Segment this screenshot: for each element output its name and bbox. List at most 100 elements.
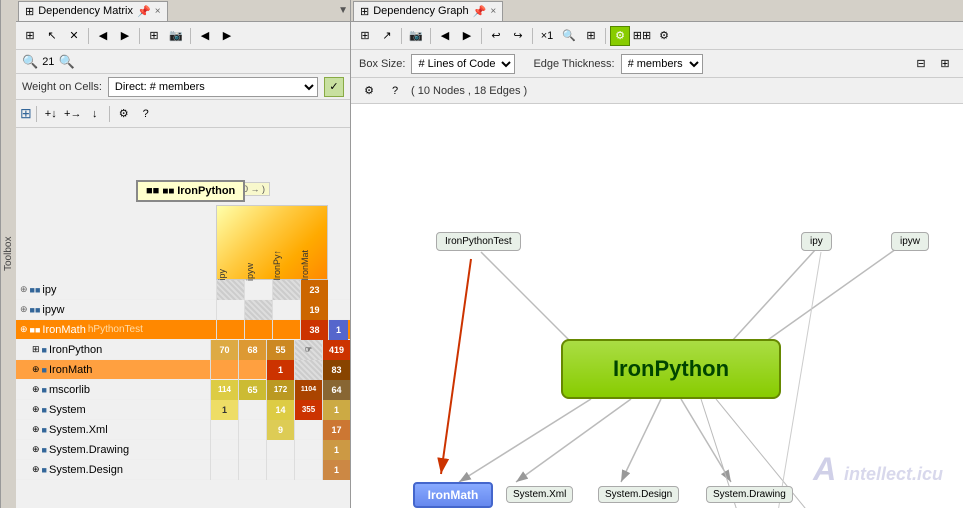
cell xyxy=(272,320,300,340)
cell xyxy=(238,440,266,460)
right-panel: ⊞ Dependency Graph 📌 × ⊞ ↗ 📷 ◀ ▶ ↩ ↪ ×1 … xyxy=(351,0,963,508)
info-settings-btn[interactable]: ⚙ xyxy=(359,81,379,101)
row-icon-ironpython: ■ xyxy=(42,345,47,355)
node-ipy[interactable]: ipy xyxy=(801,232,832,251)
node-systemdrawing[interactable]: System.Drawing xyxy=(706,486,793,503)
add-col-btn[interactable]: +→ xyxy=(63,104,83,124)
node-systemxml[interactable]: System.Xml xyxy=(506,486,573,503)
row-label-ipy[interactable]: ⊕ ■■ ipy xyxy=(16,284,216,296)
cell xyxy=(238,420,266,440)
graph-btn-settings[interactable]: ⚙ xyxy=(610,26,630,46)
toolbar-btn-camera[interactable]: 📷 xyxy=(166,26,186,46)
row-icon-system: ■ xyxy=(42,405,47,415)
graph-tab-pin[interactable]: 📌 xyxy=(473,5,487,18)
expander-mscorlib[interactable]: ⊕ xyxy=(32,384,40,395)
zoom-out-icon[interactable]: 🔍 xyxy=(22,54,38,70)
remove-btn[interactable]: ↓ xyxy=(85,104,105,124)
toolbar-sep3 xyxy=(190,28,191,44)
graph-extra-btn2[interactable]: ⊞ xyxy=(935,54,955,74)
dependency-graph-tab[interactable]: ⊞ Dependency Graph 📌 × xyxy=(353,1,503,21)
row-label-ironpython[interactable]: ⊞ ■ IronPython xyxy=(16,344,210,356)
expander-systemdesign[interactable]: ⊕ xyxy=(32,464,40,475)
row-text-systemxml: System.Xml xyxy=(49,424,108,436)
add-row-btn[interactable]: +↓ xyxy=(41,104,61,124)
matrix-tab-pin[interactable]: 📌 xyxy=(137,5,151,18)
row-label-systemdesign[interactable]: ⊕ ■ System.Design xyxy=(16,464,210,476)
node-ironmath[interactable]: IronMath xyxy=(413,482,493,508)
info-help-btn[interactable]: ? xyxy=(385,81,405,101)
cell: ☞ xyxy=(294,340,322,360)
help-btn[interactable]: ? xyxy=(136,104,156,124)
weight-select[interactable]: Direct: # members xyxy=(108,77,318,97)
node-ironpython-label: IronPython xyxy=(613,356,729,382)
graph-btn-navfwd[interactable]: ▶ xyxy=(457,26,477,46)
toolbar-btn-nav-back[interactable]: ◀ xyxy=(195,26,215,46)
graph-btn-redo[interactable]: ↪ xyxy=(508,26,528,46)
toolbar-btn-cursor[interactable]: ↖ xyxy=(42,26,62,46)
node-ironpython[interactable]: IronPython xyxy=(561,339,781,399)
cell: 1 xyxy=(322,400,350,420)
expander-ipyw[interactable]: ⊕ xyxy=(20,304,28,315)
expander-ironpython[interactable]: ⊞ xyxy=(32,344,40,355)
toolbar-btn-grid2[interactable]: ⊞ xyxy=(144,26,164,46)
expander-systemxml[interactable]: ⊕ xyxy=(32,424,40,435)
row-label-ironmath-hdr[interactable]: ⊕ ■■ IronMath hPythonTest xyxy=(16,324,216,336)
toolbar-btn-nav-fwd[interactable]: ▶ xyxy=(217,26,237,46)
expander-systemdrawing[interactable]: ⊕ xyxy=(32,444,40,455)
graph-extra-btn1[interactable]: ⊟ xyxy=(911,54,931,74)
matrix-container: ⊞ +↓ +→ ↓ ⚙ ? ■■ IronPython ( ← 10 → ) xyxy=(16,100,350,508)
row-label-systemxml[interactable]: ⊕ ■ System.Xml xyxy=(16,424,210,436)
zoom-in-icon[interactable]: 🔍 xyxy=(58,54,74,70)
expander-ironmath[interactable]: ⊕ xyxy=(20,324,28,335)
box-size-select[interactable]: # Lines of Code xyxy=(411,54,515,74)
matrix-tab-close[interactable]: × xyxy=(155,6,161,17)
row-label-ipyw[interactable]: ⊕ ■■ ipyw xyxy=(16,304,216,316)
node-ironpythontest[interactable]: IronPythonTest xyxy=(436,232,521,251)
settings-btn[interactable]: ⚙ xyxy=(114,104,134,124)
row-subtext: hPythonTest xyxy=(88,324,143,335)
row-label-mscorlib[interactable]: ⊕ ■ mscorlib xyxy=(16,384,210,396)
cell: 355 xyxy=(294,400,322,420)
graph-btn-zoom-in[interactable]: 🔍 xyxy=(559,26,579,46)
graph-tab-close[interactable]: × xyxy=(490,6,496,17)
col-ipy: ipy xyxy=(217,267,245,281)
node-ironmath-label: IronMath xyxy=(428,488,479,502)
row-text-ipyw: ipyw xyxy=(42,304,64,316)
row-label-ironmath2[interactable]: ⊕ ■ IronMath xyxy=(16,364,210,376)
zoom-value: 21 xyxy=(42,56,54,68)
expander-system[interactable]: ⊕ xyxy=(32,404,40,415)
cell xyxy=(238,460,266,480)
expander-ironmath2[interactable]: ⊕ xyxy=(32,364,40,375)
cell xyxy=(216,320,244,340)
matrix-sub-toolbar: ⊞ +↓ +→ ↓ ⚙ ? xyxy=(16,100,350,128)
graph-btn-grid[interactable]: ⊞ xyxy=(355,26,375,46)
weight-apply-btn[interactable]: ✓ xyxy=(324,77,344,97)
table-row: ⊕ ■ System.Design 1 xyxy=(16,460,350,480)
graph-btn-navback[interactable]: ◀ xyxy=(435,26,455,46)
toolbar-btn-back[interactable]: ◀ xyxy=(93,26,113,46)
right-tab-bar: ⊞ Dependency Graph 📌 × xyxy=(351,0,963,22)
node-ipyw[interactable]: ipyw xyxy=(891,232,929,251)
toolbar-btn-grid[interactable]: ⊞ xyxy=(20,26,40,46)
toolbar-btn-x[interactable]: ✕ xyxy=(64,26,84,46)
edge-thickness-select[interactable]: # members xyxy=(621,54,703,74)
graph-btn-zoom-reset[interactable]: ×1 xyxy=(537,26,557,46)
graph-btn-layout2[interactable]: ⚙ xyxy=(654,26,674,46)
graph-btn-arrow[interactable]: ↗ xyxy=(377,26,397,46)
cell: 17 xyxy=(322,420,350,440)
matrix-icon: ⊞ xyxy=(25,5,34,18)
graph-btn-camera[interactable]: 📷 xyxy=(406,26,426,46)
graph-canvas: IronPythonTest ipy ipyw IronPython IronM… xyxy=(351,104,963,508)
cell xyxy=(272,300,300,320)
expander-ipy[interactable]: ⊕ xyxy=(20,284,28,295)
graph-btn-layout1[interactable]: ⊞⊞ xyxy=(632,26,652,46)
graph-btn-undo[interactable]: ↩ xyxy=(486,26,506,46)
node-systemdesign[interactable]: System.Design xyxy=(598,486,679,503)
graph-btn-grid3[interactable]: ⊞ xyxy=(581,26,601,46)
toolbar-btn-forward[interactable]: ▶ xyxy=(115,26,135,46)
row-label-system[interactable]: ⊕ ■ System xyxy=(16,404,210,416)
dependency-matrix-tab[interactable]: ⊞ Dependency Matrix 📌 × xyxy=(18,1,168,21)
cell xyxy=(238,360,266,380)
row-label-systemdrawing[interactable]: ⊕ ■ System.Drawing xyxy=(16,444,210,456)
panel-collapse-btn[interactable]: ▼ xyxy=(338,5,348,16)
